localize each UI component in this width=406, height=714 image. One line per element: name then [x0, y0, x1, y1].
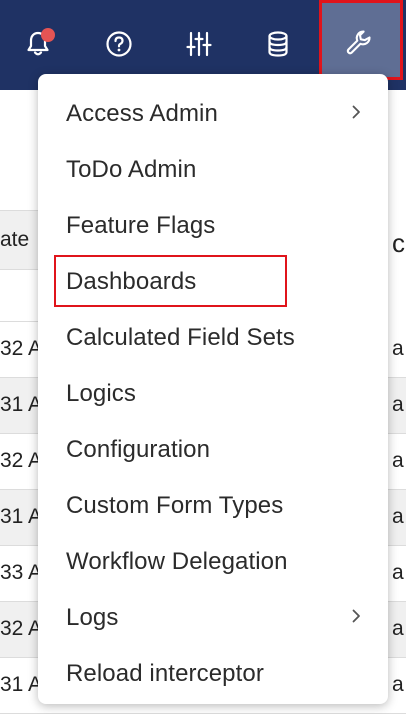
menu-item-feature-flags[interactable]: Feature Flags	[38, 198, 388, 254]
menu-item-calculated-field-sets[interactable]: Calculated Field Sets	[38, 310, 388, 366]
table-cell: a	[392, 505, 404, 528]
menu-item-label: Workflow Delegation	[66, 548, 288, 575]
menu-item-configuration[interactable]: Configuration	[38, 422, 388, 478]
table-cell: 31 A	[0, 673, 38, 696]
table-cell: 31 A	[0, 505, 38, 528]
menu-item-reload-interceptor[interactable]: Reload interceptor	[38, 646, 388, 702]
table-cell: a	[392, 393, 404, 416]
background-heading-fragment: c	[392, 228, 405, 258]
menu-item-access-admin[interactable]: Access Admin	[38, 86, 388, 142]
menu-item-custom-form-types[interactable]: Custom Form Types	[38, 478, 388, 534]
menu-item-label: Access Admin	[66, 100, 218, 127]
chevron-right-icon	[352, 609, 360, 623]
sliders-icon	[186, 31, 212, 57]
help-button[interactable]	[99, 24, 139, 64]
menu-item-todo-admin[interactable]: ToDo Admin	[38, 142, 388, 198]
help-icon	[106, 31, 132, 57]
menu-item-label: Calculated Field Sets	[66, 324, 295, 351]
chevron-right-icon	[352, 105, 360, 119]
table-cell: 32 A	[0, 617, 38, 640]
menu-item-label: ToDo Admin	[66, 156, 197, 183]
table-cell: a	[392, 561, 404, 584]
database-icon	[268, 31, 288, 57]
menu-item-label: Logics	[66, 380, 136, 407]
table-cell: a	[392, 617, 404, 640]
table-cell: 32 A	[0, 337, 38, 360]
table-cell: 32 A	[0, 449, 38, 472]
menu-item-label: Logs	[66, 604, 119, 631]
admin-tools-button[interactable]	[319, 0, 403, 80]
menu-item-label: Reload interceptor	[66, 660, 264, 687]
menu-item-label: Configuration	[66, 436, 211, 463]
table-cell: 33 A	[0, 561, 38, 584]
wrench-icon	[346, 30, 371, 55]
menu-item-workflow-delegation[interactable]: Workflow Delegation	[38, 534, 388, 590]
table-cell: 31 A	[0, 393, 38, 416]
table-header-label: ate	[0, 228, 30, 251]
menu-item-label: Custom Form Types	[66, 492, 284, 519]
menu-item-dashboards[interactable]: Dashboards	[38, 254, 388, 310]
table-header-cell: ate	[0, 210, 40, 270]
notification-badge	[41, 28, 55, 42]
filters-button[interactable]	[179, 24, 219, 64]
notifications-button[interactable]	[18, 24, 58, 64]
menu-item-logics[interactable]: Logics	[38, 366, 388, 422]
menu-item-label: Feature Flags	[66, 212, 216, 239]
menu-item-label: Dashboards	[66, 268, 197, 295]
admin-dropdown-menu: Access Admin ToDo Admin Feature Flags Da…	[38, 74, 388, 704]
table-cell: a	[392, 449, 404, 472]
table-cell: a	[392, 673, 404, 696]
menu-item-logs[interactable]: Logs	[38, 590, 388, 646]
table-cell: a	[392, 337, 404, 360]
table-filter-cell[interactable]	[0, 270, 40, 322]
database-button[interactable]	[258, 24, 298, 64]
